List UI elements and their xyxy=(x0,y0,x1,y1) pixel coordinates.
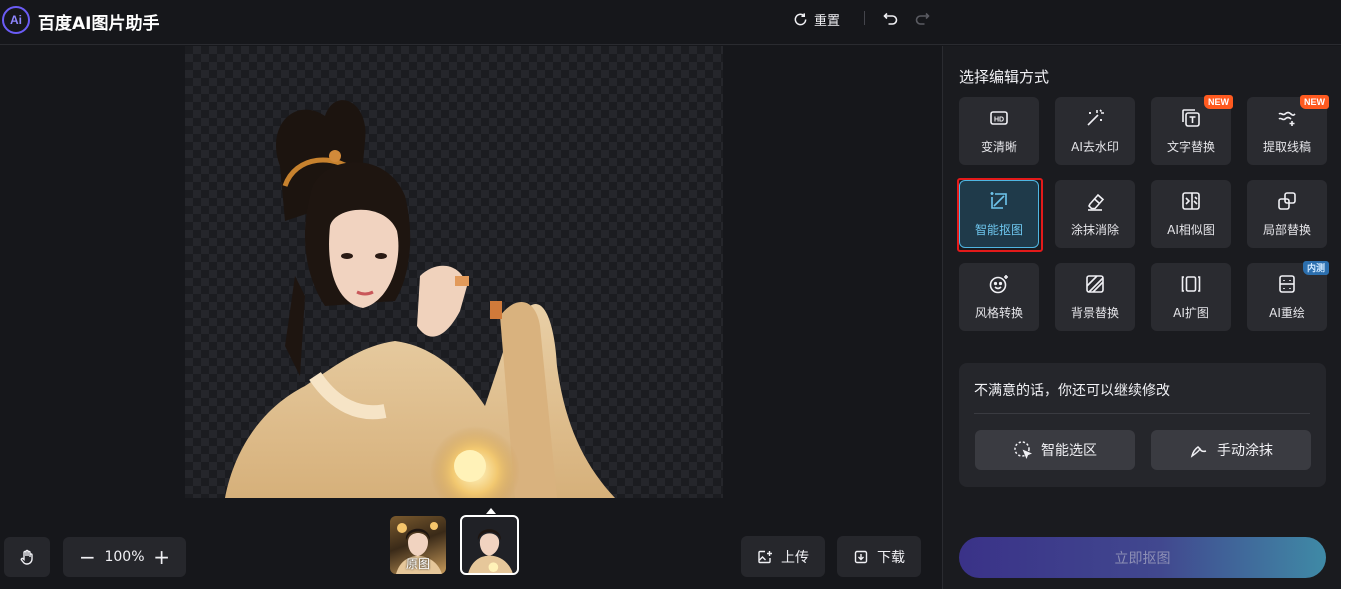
text-replace-icon xyxy=(1182,109,1200,127)
tool-smart-cutout[interactable]: 智能抠图 xyxy=(957,178,1043,252)
tool-label: 文字替换 xyxy=(1166,140,1215,154)
background-replace-icon xyxy=(1086,275,1104,293)
style-transfer-icon xyxy=(989,275,1008,294)
new-badge: NEW xyxy=(1300,95,1329,109)
hd-icon: HD xyxy=(990,111,1008,125)
eraser-icon xyxy=(1088,193,1105,211)
hand-icon xyxy=(20,549,33,565)
tool-partial-replace[interactable]: 局部替换 xyxy=(1247,180,1327,248)
apply-cutout-button[interactable]: 立即抠图 xyxy=(959,537,1326,578)
refine-panel: 不满意的话，你还可以继续修改 智能选区 手动涂抹 xyxy=(959,363,1326,487)
partial-replace-icon xyxy=(1278,192,1296,210)
zoom-level: 100% xyxy=(104,549,145,565)
upload-button[interactable]: 上传 xyxy=(741,536,825,577)
line-art-icon xyxy=(1278,111,1296,126)
tool-label: AI去水印 xyxy=(1071,140,1119,154)
download-label: 下载 xyxy=(877,549,905,566)
image-canvas[interactable] xyxy=(185,46,723,498)
window-edge xyxy=(1341,0,1345,589)
tool-watermark-removal[interactable]: AI去水印 xyxy=(1055,97,1135,165)
thumbnail-cutout-image xyxy=(468,529,513,573)
tool-label: 背景替换 xyxy=(1070,306,1119,320)
tool-label: 涂抹消除 xyxy=(1070,223,1119,237)
manual-brush-button[interactable]: 手动涂抹 xyxy=(1151,430,1311,470)
new-badge: NEW xyxy=(1204,95,1233,109)
panel-title: 选择编辑方式 xyxy=(959,68,1050,86)
upload-image-icon xyxy=(758,550,772,563)
pan-hand-button[interactable] xyxy=(4,537,50,577)
tool-label: 变清晰 xyxy=(980,140,1017,154)
tool-redraw[interactable]: AI重绘 内测 xyxy=(1247,261,1329,331)
tool-label: AI扩图 xyxy=(1173,306,1209,320)
zoom-control: − 100% + xyxy=(63,537,186,577)
magic-wand-icon xyxy=(1087,109,1104,126)
tool-label: 局部替换 xyxy=(1262,223,1311,237)
app-window: Ai 百度AI图片助手 重置 − 100% + 原图 上传 下载 选择编辑方式 … xyxy=(0,0,1341,589)
tool-image-expand[interactable]: AI扩图 xyxy=(1151,263,1231,331)
zoom-out-button[interactable]: − xyxy=(79,547,96,567)
thumbnail-original[interactable]: 原图 xyxy=(390,516,446,574)
tool-label: 风格转换 xyxy=(974,306,1023,320)
tool-style-transfer[interactable]: 风格转换 xyxy=(959,263,1039,331)
download-button[interactable]: 下载 xyxy=(837,536,921,577)
smart-select-button[interactable]: 智能选区 xyxy=(975,430,1135,470)
refresh-icon xyxy=(794,12,807,25)
lasso-select-icon xyxy=(1014,441,1032,459)
tool-label: 提取线稿 xyxy=(1262,140,1311,154)
tool-label: AI相似图 xyxy=(1167,223,1215,237)
tool-enhance[interactable]: HD 变清晰 xyxy=(959,97,1039,165)
zoom-in-button[interactable]: + xyxy=(153,547,170,567)
beta-badge: 内测 xyxy=(1302,261,1329,275)
upload-label: 上传 xyxy=(781,549,809,566)
thumbnail-cutout[interactable] xyxy=(460,515,519,575)
tool-background-replace[interactable]: 背景替换 xyxy=(1055,263,1135,331)
refine-title: 不满意的话，你还可以继续修改 xyxy=(974,383,1170,399)
refine-divider xyxy=(974,413,1310,414)
header-divider xyxy=(864,11,865,25)
download-icon xyxy=(854,550,868,563)
tool-label: AI重绘 xyxy=(1269,306,1305,320)
thumbnail-selected-caret xyxy=(486,508,496,514)
edit-mode-panel: 选择编辑方式 HD 变清晰 AI去水印 文字替换 NEW 提取线稿 NEW 智能… xyxy=(942,46,1341,589)
reset-button[interactable]: 重置 xyxy=(793,9,840,29)
manual-brush-label: 手动涂抹 xyxy=(1217,443,1273,459)
smart-select-label: 智能选区 xyxy=(1041,443,1097,459)
smart-cutout-icon xyxy=(990,192,1007,209)
tool-similar-image[interactable]: AI相似图 xyxy=(1151,180,1231,248)
tool-line-art[interactable]: 提取线稿 NEW xyxy=(1247,95,1329,165)
expand-icon xyxy=(1181,276,1201,292)
similar-image-icon xyxy=(1182,192,1200,210)
canvas-area: − 100% + 原图 上传 下载 xyxy=(0,46,941,589)
reset-label: 重置 xyxy=(814,13,841,29)
ai-logo-icon: Ai xyxy=(2,6,30,34)
header-bar: Ai 百度AI图片助手 重置 xyxy=(0,0,1341,45)
tool-brush-erase[interactable]: 涂抹消除 xyxy=(1055,180,1135,248)
tool-label: 智能抠图 xyxy=(974,223,1023,237)
brush-icon xyxy=(1190,446,1207,458)
svg-text:HD: HD xyxy=(994,117,1004,124)
undo-icon[interactable] xyxy=(882,9,900,27)
thumbnail-original-label: 原图 xyxy=(405,557,430,571)
redraw-icon xyxy=(1279,275,1295,293)
redo-icon[interactable] xyxy=(913,9,931,27)
app-title: 百度AI图片助手 xyxy=(38,14,160,34)
tool-text-replace[interactable]: 文字替换 NEW xyxy=(1151,95,1233,165)
